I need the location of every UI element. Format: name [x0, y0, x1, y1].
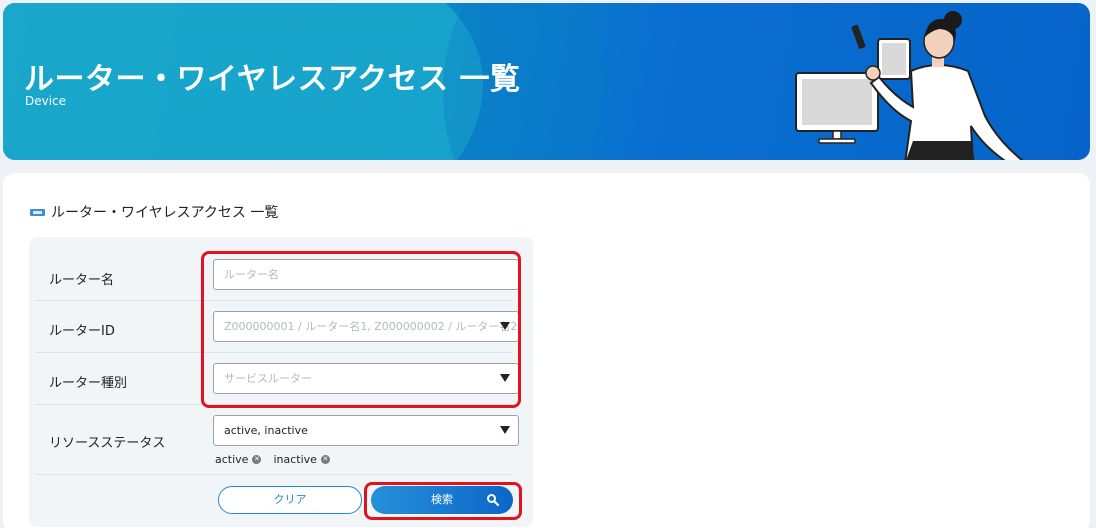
hero-banner: ルーター・ワイヤレスアクセス 一覧 Device [3, 3, 1090, 160]
remove-tag-icon[interactable]: ✕ [252, 455, 262, 464]
remove-tag-icon[interactable]: ✕ [320, 455, 330, 464]
chevron-down-icon[interactable] [500, 374, 510, 382]
tag-label: inactive [273, 453, 317, 466]
section-title: ルーター・ワイヤレスアクセス 一覧 [51, 205, 279, 221]
status-tags: active ✕ inactive ✕ [215, 453, 330, 466]
form-row-router-id: ルーターID Z000000001 / ルーター名1, Z000000002 /… [35, 301, 519, 353]
router-type-placeholder: サービスルーター [224, 372, 312, 385]
status-tag-inactive: inactive ✕ [273, 453, 330, 466]
search-form: ルーター名 ルーター名 ルーターID Z000000001 / ルーター名1, … [29, 237, 533, 527]
main-card: ルーター・ワイヤレスアクセス 一覧 ルーター名 ルーター名 ルーターID Z00… [3, 173, 1090, 528]
search-button-label: 検索 [431, 493, 453, 506]
router-id-label: ルーターID [49, 324, 115, 339]
router-type-select[interactable]: サービスルーター [213, 363, 519, 394]
chevron-down-icon[interactable] [500, 426, 510, 434]
clear-button[interactable]: クリア [218, 486, 362, 514]
status-tag-active: active ✕ [215, 453, 262, 466]
resource-status-select[interactable]: active, inactive [213, 415, 519, 446]
search-button[interactable]: 検索 [371, 486, 513, 514]
router-type-label: ルーター種別 [49, 376, 128, 391]
woman-with-devices-illustration [795, 11, 1024, 160]
search-icon [487, 494, 500, 507]
section-header: ルーター・ワイヤレスアクセス 一覧 [30, 202, 278, 222]
router-name-input[interactable]: ルーター名 [213, 259, 519, 290]
resource-status-label: リソースステータス [49, 436, 166, 451]
form-row-router-name: ルーター名 ルーター名 [35, 237, 519, 301]
tag-label: active [215, 453, 249, 466]
router-name-label: ルーター名 [49, 273, 115, 288]
chevron-down-icon[interactable] [500, 322, 510, 330]
router-id-select[interactable]: Z000000001 / ルーター名1, Z000000002 / ルーター名2… [213, 311, 519, 342]
router-id-placeholder: Z000000001 / ルーター名1, Z000000002 / ルーター名2… [224, 320, 519, 333]
form-row-router-type: ルーター種別 サービスルーター [35, 353, 519, 405]
page-title: ルーター・ワイヤレスアクセス 一覧 [24, 62, 521, 97]
resource-status-value: active, inactive [224, 424, 308, 437]
list-icon [30, 208, 45, 216]
page-subtitle: Device [25, 94, 67, 108]
